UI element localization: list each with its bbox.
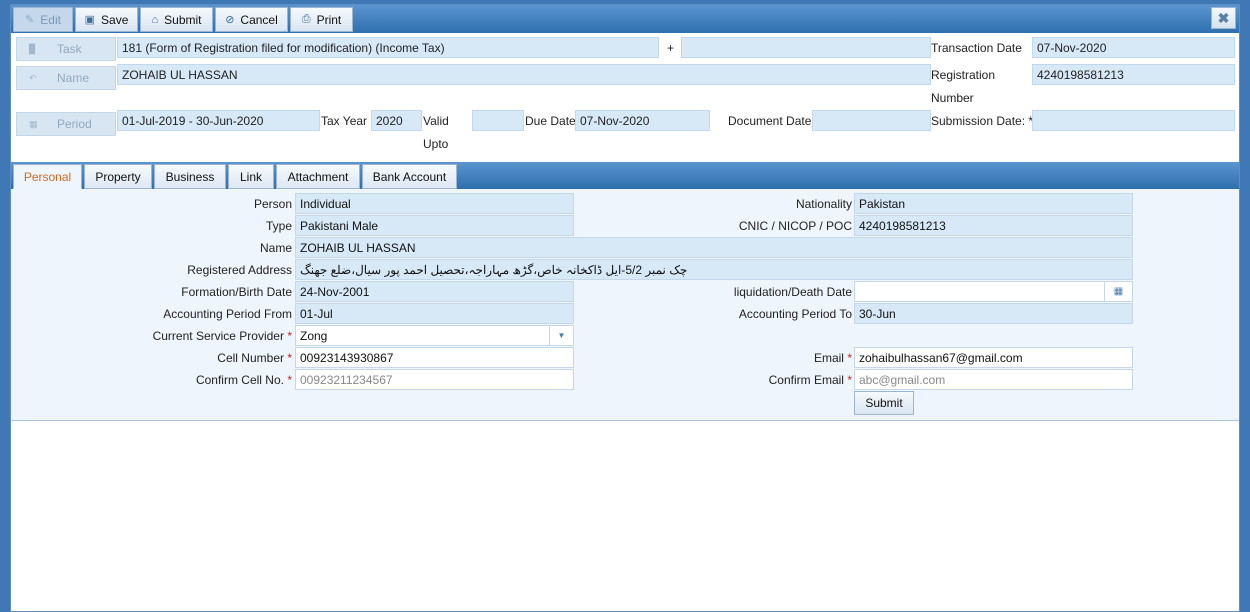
person-label: Person bbox=[253, 197, 292, 211]
name-field-personal[interactable]: ZOHAIB UL HASSAN bbox=[295, 237, 1133, 258]
edit-button[interactable]: ✎ Edit bbox=[13, 7, 73, 32]
cnic-field[interactable]: 4240198581213 bbox=[854, 215, 1133, 236]
valid-label-line2: Upto bbox=[423, 137, 449, 151]
name-field[interactable]: ZOHAIB UL HASSAN bbox=[117, 64, 931, 85]
confirm-cell-input[interactable]: 00923211234567 bbox=[295, 369, 574, 390]
save-icon: ▣ bbox=[84, 14, 96, 26]
print-button[interactable]: ⎙ Print bbox=[290, 7, 353, 32]
cell-number-input[interactable]: 00923143930867 bbox=[295, 347, 574, 368]
task-button[interactable]: ▉ Task bbox=[16, 37, 116, 61]
tab-attachment[interactable]: Attachment bbox=[276, 164, 360, 189]
registration-label: Registration bbox=[931, 68, 996, 82]
death-date-field[interactable]: ▦ bbox=[854, 281, 1133, 302]
registered-address-label: Registered Address bbox=[187, 263, 292, 277]
tab-bar: Personal Property Business Link Attachme… bbox=[11, 162, 1239, 189]
type-field[interactable]: Pakistani Male bbox=[295, 215, 574, 236]
email-input[interactable]: zohaibulhassan67@gmail.com bbox=[854, 347, 1133, 368]
service-provider-label: Current Service Provider * bbox=[152, 329, 292, 343]
submit-icon: ⌂ bbox=[151, 13, 159, 26]
task-field[interactable]: 181 (Form of Registration filed for modi… bbox=[117, 37, 659, 58]
calendar-icon[interactable]: ▦ bbox=[1104, 282, 1132, 301]
print-icon: ⎙ bbox=[301, 13, 311, 25]
type-label: Type bbox=[265, 219, 292, 233]
accounting-period-from-field[interactable]: 01-Jul bbox=[295, 303, 574, 324]
registration-label-line2: Number bbox=[931, 91, 974, 105]
task-extra-field[interactable] bbox=[681, 37, 931, 58]
service-provider-value: Zong bbox=[300, 329, 328, 343]
transaction-date-label: Transaction Date bbox=[931, 41, 1022, 55]
name-label: Name bbox=[259, 241, 292, 255]
registration-number-field[interactable]: 4240198581213 bbox=[1032, 64, 1235, 85]
tab-bank-account[interactable]: Bank Account bbox=[362, 164, 457, 189]
document-date-field[interactable] bbox=[812, 110, 931, 131]
nationality-field[interactable]: Pakistan bbox=[854, 193, 1133, 214]
submission-date-label: Submission Date: * bbox=[931, 114, 1034, 128]
transaction-date-field[interactable]: 07-Nov-2020 bbox=[1032, 37, 1235, 58]
personal-submit-button[interactable]: Submit bbox=[854, 391, 914, 415]
tab-link[interactable]: Link bbox=[228, 164, 274, 189]
email-label: Email * bbox=[813, 351, 852, 365]
cancel-button[interactable]: ⊘ Cancel bbox=[215, 7, 288, 32]
period-field[interactable]: 01-Jul-2019 - 30-Jun-2020 bbox=[117, 110, 320, 131]
confirm-email-input[interactable]: abc@gmail.com bbox=[854, 369, 1133, 390]
accounting-period-from-label: Accounting Period From bbox=[163, 307, 292, 321]
cell-number-label: Cell Number * bbox=[217, 351, 292, 365]
birth-date-label: Formation/Birth Date bbox=[181, 285, 292, 299]
period-button[interactable]: ▦ Period bbox=[16, 112, 116, 136]
close-icon[interactable]: ✖ bbox=[1211, 7, 1236, 29]
registration-window: ✎ Edit ▣ Save ⌂ Submit ⊘ Cancel ⎙ Print ✖ ▉ Ta… bbox=[10, 4, 1240, 612]
due-date-field[interactable]: 07-Nov-2020 bbox=[575, 110, 710, 131]
save-button[interactable]: ▣ Save bbox=[75, 7, 138, 32]
valid-upto-field[interactable] bbox=[472, 110, 524, 131]
birth-date-field[interactable]: 24-Nov-2001 bbox=[295, 281, 574, 302]
tax-year-label: Tax Year bbox=[321, 114, 368, 128]
back-arrow-icon: ↶ bbox=[29, 72, 37, 83]
confirm-email-label: Confirm Email * bbox=[768, 373, 852, 387]
submission-date-field[interactable] bbox=[1032, 110, 1235, 131]
header-section: ▉ Task 181 (Form of Registration filed fo… bbox=[11, 33, 1239, 161]
registered-address-field[interactable]: چک نمبر 5/2-ایل ڈاکخانہ خاص،گڑھ مہاراجہ،… bbox=[295, 259, 1133, 280]
nationality-label: Nationality bbox=[795, 197, 852, 211]
tax-year-field[interactable]: 2020 bbox=[371, 110, 422, 131]
task-icon: ▉ bbox=[29, 43, 36, 54]
tab-personal[interactable]: Personal bbox=[13, 164, 82, 189]
calendar-icon: ▦ bbox=[29, 118, 38, 129]
service-provider-select[interactable]: Zong ▼ bbox=[295, 325, 574, 346]
toolbar: ✎ Edit ▣ Save ⌂ Submit ⊘ Cancel ⎙ Print ✖ bbox=[11, 5, 1239, 33]
cancel-icon: ⊘ bbox=[225, 14, 235, 26]
person-field[interactable]: Individual bbox=[295, 193, 574, 214]
due-date-label: Due Date bbox=[525, 114, 576, 128]
chevron-down-icon[interactable]: ▼ bbox=[549, 326, 573, 345]
accounting-period-to-field[interactable]: 30-Jun bbox=[854, 303, 1133, 324]
valid-label: Valid bbox=[423, 114, 449, 128]
tab-property[interactable]: Property bbox=[84, 164, 152, 189]
submit-button[interactable]: ⌂ Submit bbox=[140, 7, 213, 32]
tab-business[interactable]: Business bbox=[154, 164, 226, 189]
document-date-label: Document Date bbox=[728, 114, 812, 128]
cnic-label: CNIC / NICOP / POC bbox=[738, 219, 852, 233]
plus-sign: + bbox=[667, 41, 675, 55]
edit-icon: ✎ bbox=[25, 14, 35, 26]
confirm-cell-label: Confirm Cell No. * bbox=[195, 373, 292, 387]
name-button[interactable]: ↶ Name bbox=[16, 66, 116, 90]
death-date-label: liquidation/Death Date bbox=[733, 285, 852, 299]
accounting-period-to-label: Accounting Period To bbox=[738, 307, 852, 321]
registered-address-text: چک نمبر 5/2-ایل ڈاکخانہ خاص،گڑھ مہاراجہ،… bbox=[300, 263, 688, 277]
